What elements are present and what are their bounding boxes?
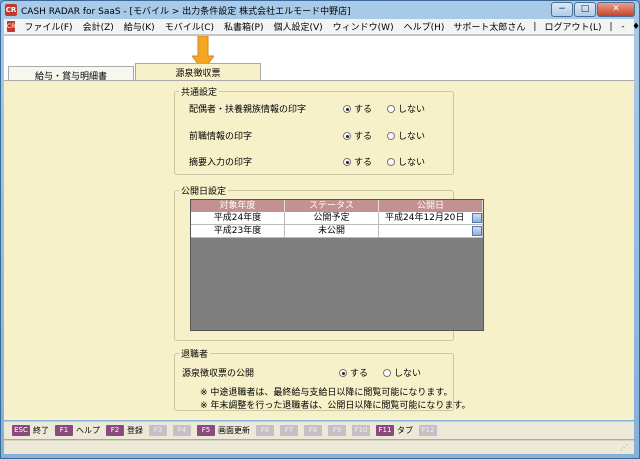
status-bar: ⋰	[4, 440, 634, 454]
fkey-f9: F9	[328, 425, 346, 436]
publish-date-grid: 対象年度 ステータス 公開日 平成24年度 公開予定 平成24年12月20日 平…	[190, 199, 484, 331]
menu-accounting[interactable]: 会計(Z)	[78, 20, 119, 33]
close-button[interactable]: ✕	[597, 2, 635, 17]
retiree-note-2: ※ 年末調整を行った退職者は、公開日以降に閲覧可能になります。	[200, 401, 471, 411]
publish-date-legend: 公開日設定	[181, 187, 227, 197]
table-row-year[interactable]: 平成23年度	[191, 225, 285, 238]
fkey-f4: F4	[173, 425, 191, 436]
menu-mobile[interactable]: モバイル(C)	[160, 20, 219, 33]
minimize-button[interactable]: −	[551, 2, 573, 17]
spouse-print-label: 配偶者・扶養親族情報の印字	[189, 105, 307, 115]
spouse-print-off-radio[interactable]: しない	[387, 102, 425, 115]
document-icon[interactable]: CR	[7, 21, 16, 32]
function-key-bar: ESC 終了 F1 ヘルプ F2 登録 F3 F4 F5 画面更新 F6 F7 F8 F…	[4, 421, 634, 439]
radio-selected[interactable]	[343, 105, 351, 113]
mdi-restore-button[interactable]: ♦	[630, 22, 640, 32]
radio-selected[interactable]	[343, 158, 351, 166]
retiree-legend: 退職者	[181, 350, 209, 360]
retiree-publish-label: 源泉徴収票の公開	[182, 369, 255, 379]
menu-bar: CR ファイル(F) 会計(Z) 給与(K) モバイル(C) 私書箱(P) 個人…	[4, 19, 640, 35]
col-header-year[interactable]: 対象年度	[191, 200, 285, 212]
window-controls: − □ ✕	[551, 2, 635, 17]
menu-right-group: サポート太郎さん | ログアウト(L) | - ♦ ×	[449, 20, 640, 34]
spouse-print-on-radio[interactable]: する	[343, 102, 372, 115]
retiree-note-1: ※ 中途退職者は、最終給与支給日以降に閲覧可能になります。	[200, 388, 453, 398]
fkey-f11[interactable]: F11 タブ	[376, 425, 413, 436]
fkey-esc[interactable]: ESC 終了	[12, 425, 49, 436]
menu-window[interactable]: ウィンドウ(W)	[328, 20, 399, 33]
separator: |	[609, 21, 613, 32]
table-row-year[interactable]: 平成24年度	[191, 212, 285, 225]
fkey-f3: F3	[149, 425, 167, 436]
radio-selected[interactable]	[339, 369, 347, 377]
app-logo-icon: CR	[5, 4, 17, 16]
fkey-f6: F6	[256, 425, 274, 436]
maximize-button[interactable]: □	[574, 2, 596, 17]
menu-personal-settings[interactable]: 個人設定(V)	[268, 20, 327, 33]
radio-unselected[interactable]	[387, 105, 395, 113]
radio-unselected[interactable]	[387, 158, 395, 166]
fkey-f12: F12	[419, 425, 437, 436]
tab-strip: 給与・賞与明細書 源泉徴収票	[4, 36, 634, 82]
table-row-status[interactable]: 未公開	[285, 225, 379, 238]
fkey-f2[interactable]: F2 登録	[106, 425, 143, 436]
tab-payslip[interactable]: 給与・賞与明細書	[8, 66, 134, 82]
mdi-minimize-button[interactable]: -	[617, 22, 630, 32]
client-area: 給与・賞与明細書 源泉徴収票 共通設定 公開日設定 退職者 配偶者・扶養親族情報…	[4, 36, 634, 420]
summary-print-off-radio[interactable]: しない	[387, 155, 425, 168]
resize-grip-icon[interactable]: ⋰	[620, 443, 628, 452]
publish-date-field[interactable]	[379, 225, 483, 238]
previous-job-print-label: 前職情報の印字	[189, 132, 253, 142]
summary-print-label: 摘要入力の印字	[189, 158, 253, 168]
fkey-f7: F7	[280, 425, 298, 436]
radio-unselected[interactable]	[387, 132, 395, 140]
fkey-f8: F8	[304, 425, 322, 436]
previous-job-print-on-radio[interactable]: する	[343, 129, 372, 142]
fkey-f5[interactable]: F5 画面更新	[197, 425, 250, 436]
window-title: CASH RADAR for SaaS - [モバイル > 出力条件設定 株式会…	[21, 7, 351, 17]
menu-mailbox[interactable]: 私書箱(P)	[219, 20, 268, 33]
fkey-f10: F10	[352, 425, 370, 436]
menu-help[interactable]: ヘルプ(H)	[399, 20, 450, 33]
logout-menu[interactable]: ログアウト(L)	[540, 20, 605, 33]
radio-unselected[interactable]	[383, 369, 391, 377]
publish-date-field[interactable]: 平成24年12月20日	[379, 212, 483, 225]
user-name: サポート太郎さん	[453, 23, 526, 33]
retiree-publish-on-radio[interactable]: する	[339, 366, 368, 379]
previous-job-print-off-radio[interactable]: しない	[387, 129, 425, 142]
calendar-icon[interactable]	[472, 226, 482, 236]
title-bar[interactable]: CR CASH RADAR for SaaS - [モバイル > 出力条件設定 …	[1, 1, 639, 19]
menu-payroll[interactable]: 給与(K)	[119, 20, 160, 33]
menu-file[interactable]: ファイル(F)	[19, 20, 77, 33]
fkey-f1[interactable]: F1 ヘルプ	[55, 425, 100, 436]
tab-withholding-slip[interactable]: 源泉徴収票	[135, 63, 261, 81]
separator: |	[533, 21, 537, 32]
summary-print-on-radio[interactable]: する	[343, 155, 372, 168]
retiree-publish-off-radio[interactable]: しない	[383, 366, 421, 379]
calendar-icon[interactable]	[472, 213, 482, 223]
table-row-status[interactable]: 公開予定	[285, 212, 379, 225]
common-settings-legend: 共通設定	[181, 88, 218, 98]
col-header-date[interactable]: 公開日	[379, 200, 483, 212]
col-header-status[interactable]: ステータス	[285, 200, 379, 212]
radio-selected[interactable]	[343, 132, 351, 140]
